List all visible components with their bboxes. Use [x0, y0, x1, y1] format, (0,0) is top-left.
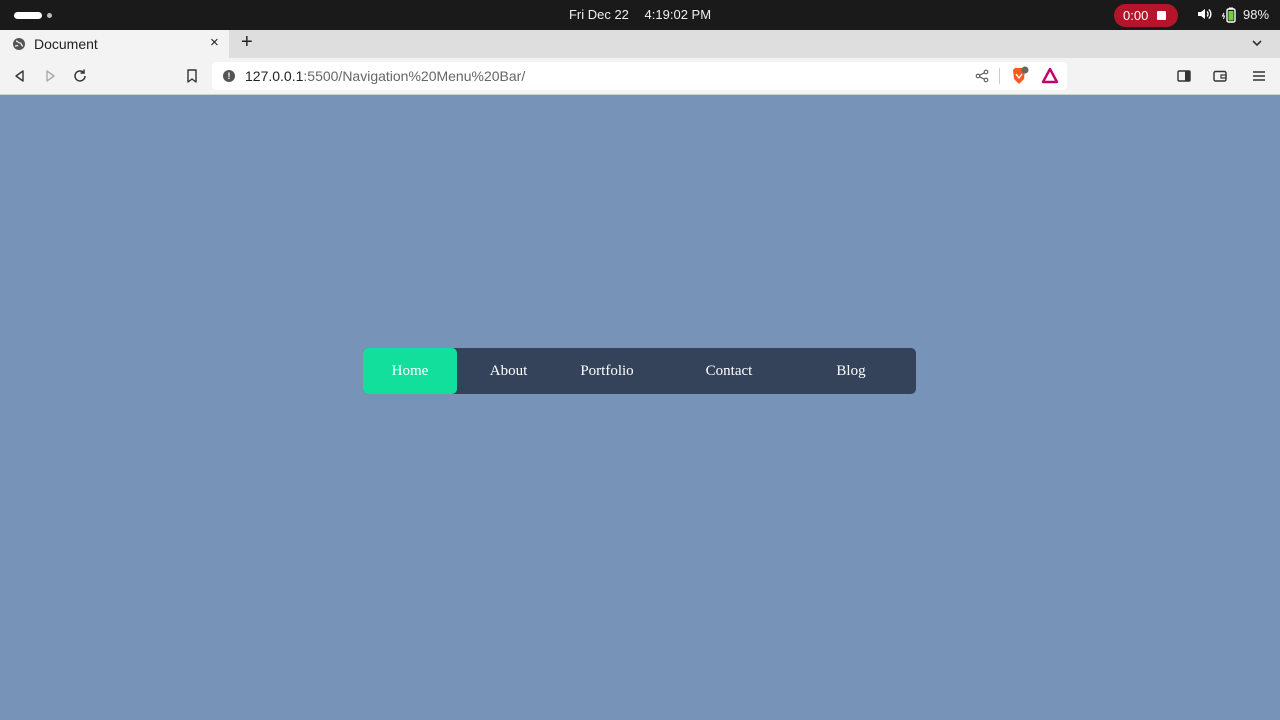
- url-host: 127.0.0.1: [245, 68, 304, 84]
- brave-shields-icon[interactable]: [1009, 66, 1029, 86]
- system-top-bar: Fri Dec 22 4:19:02 PM 0:00 98%: [0, 0, 1280, 30]
- forward-icon[interactable]: [42, 68, 58, 84]
- back-icon[interactable]: [12, 68, 28, 84]
- wallet-icon[interactable]: [1212, 68, 1228, 84]
- clock-date: Fri Dec 22: [568, 7, 629, 22]
- tab-close-icon[interactable]: ×: [210, 34, 219, 51]
- clock-time: 4:19:02 PM: [644, 7, 712, 22]
- site-info-icon[interactable]: !: [223, 70, 235, 82]
- tab-title: Document: [34, 36, 98, 52]
- nav-item-about[interactable]: About: [457, 348, 560, 394]
- address-bar[interactable]: ! 127.0.0.1:5500/Navigation%20Menu%20Bar…: [212, 62, 1067, 90]
- menu-icon[interactable]: [1251, 68, 1267, 84]
- url-path: :5500/Navigation%20Menu%20Bar/: [303, 68, 526, 84]
- battery-icon[interactable]: [1221, 6, 1239, 24]
- nav-item-blog[interactable]: Blog: [790, 348, 912, 394]
- browser-toolbar: ! 127.0.0.1:5500/Navigation%20Menu%20Bar…: [0, 58, 1280, 95]
- brave-rewards-icon[interactable]: [1041, 67, 1059, 85]
- share-icon[interactable]: [975, 69, 989, 83]
- tab-strip: Document × +: [0, 30, 1280, 58]
- system-clock[interactable]: Fri Dec 22 4:19:02 PM: [0, 7, 1280, 22]
- address-bar-divider: [999, 68, 1000, 84]
- reload-icon[interactable]: [72, 68, 88, 84]
- stop-recording-icon[interactable]: [1157, 11, 1166, 20]
- nav-item-contact[interactable]: Contact: [668, 348, 790, 394]
- bookmark-icon[interactable]: [184, 68, 200, 84]
- url-text[interactable]: 127.0.0.1:5500/Navigation%20Menu%20Bar/: [245, 68, 525, 84]
- screen-recording-indicator[interactable]: 0:00: [1114, 4, 1178, 27]
- battery-percentage: 98%: [1243, 7, 1270, 22]
- navigation-menu-bar: Home About Portfolio Contact Blog: [363, 348, 916, 394]
- nav-item-home[interactable]: Home: [363, 348, 457, 394]
- nav-item-portfolio[interactable]: Portfolio: [560, 348, 654, 394]
- tab-list-chevron-icon[interactable]: [1250, 36, 1264, 50]
- recording-time: 0:00: [1123, 8, 1149, 23]
- new-tab-button[interactable]: +: [241, 31, 253, 54]
- sidebar-icon[interactable]: [1176, 68, 1192, 84]
- globe-icon: [13, 38, 25, 50]
- volume-icon[interactable]: [1196, 6, 1212, 22]
- tab-document[interactable]: Document ×: [0, 30, 229, 58]
